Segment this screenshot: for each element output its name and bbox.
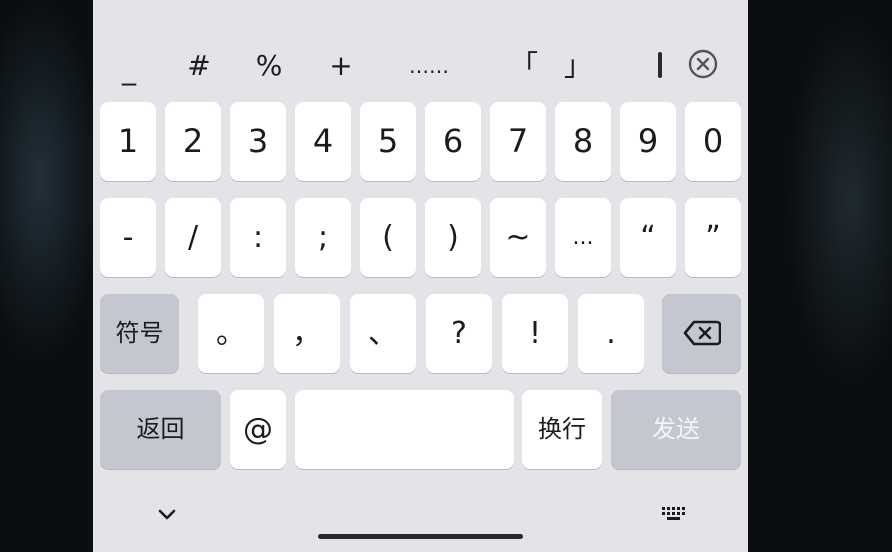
backspace-icon [683,320,721,346]
key-fullwidth-comma[interactable]: ， [274,294,340,373]
key-left-quote[interactable]: “ [620,198,676,277]
strip-symbol-underscore[interactable]: _ [111,50,147,90]
keyboard-icon[interactable] [659,502,691,526]
key-hyphen[interactable]: - [100,198,156,277]
key-8[interactable]: 8 [555,102,611,181]
key-left-paren[interactable]: ( [360,198,416,277]
key-tilde[interactable]: ~ [490,198,546,277]
symbol-keyboard: _ # % + …… 「 」 1 2 3 4 5 6 7 8 9 0 - / :… [93,0,748,552]
keyboard-bottom-bar [93,488,748,552]
key-period[interactable]: . [578,294,644,373]
key-ideographic-full-stop[interactable]: 。 [198,294,264,373]
newline-button[interactable]: 换行 [522,390,602,469]
space-bar[interactable] [295,390,514,469]
key-at[interactable]: @ [230,390,286,469]
key-right-paren[interactable]: ) [425,198,481,277]
key-6[interactable]: 6 [425,102,481,181]
key-1[interactable]: 1 [100,102,156,181]
chevron-down-icon[interactable] [153,502,181,526]
quick-symbol-strip: _ # % + …… 「 」 [93,36,748,96]
back-button[interactable]: 返回 [100,390,221,469]
home-indicator [318,534,523,539]
key-3[interactable]: 3 [230,102,286,181]
key-right-quote[interactable]: ” [685,198,741,277]
key-7[interactable]: 7 [490,102,546,181]
circle-x-icon[interactable] [688,49,718,79]
strip-symbol-partial [658,52,662,78]
strip-symbol-ellipsis[interactable]: …… [393,46,465,86]
key-4[interactable]: 4 [295,102,351,181]
strip-symbol-hash[interactable]: # [181,46,217,86]
key-semicolon[interactable]: ; [295,198,351,277]
send-button[interactable]: 发送 [611,390,741,469]
backspace-button[interactable] [662,294,741,373]
key-colon[interactable]: : [230,198,286,277]
key-question-mark[interactable]: ? [426,294,492,373]
strip-symbol-plus[interactable]: + [323,46,359,86]
symbols-button[interactable]: 符号 [100,294,179,373]
key-5[interactable]: 5 [360,102,416,181]
key-ellipsis[interactable]: ... [555,198,611,277]
key-slash[interactable]: / [165,198,221,277]
key-exclamation-mark[interactable]: ! [502,294,568,373]
strip-symbol-right-corner-bracket[interactable]: 」 [555,46,601,86]
key-2[interactable]: 2 [165,102,221,181]
key-0[interactable]: 0 [685,102,741,181]
strip-symbol-percent[interactable]: % [251,46,287,86]
strip-symbol-left-corner-bracket[interactable]: 「 [501,46,547,86]
key-9[interactable]: 9 [620,102,676,181]
key-ideographic-comma[interactable]: 、 [350,294,416,373]
